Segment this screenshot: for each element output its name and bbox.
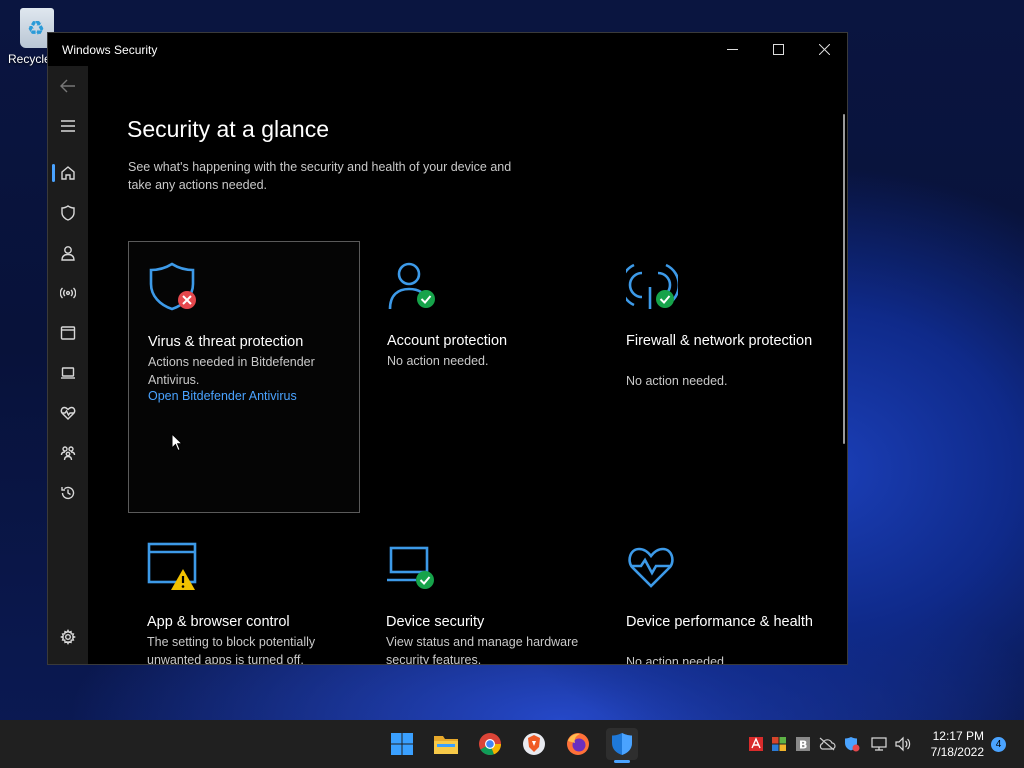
heart-pulse-icon	[60, 406, 76, 420]
history-icon	[61, 486, 75, 500]
card-virus-threat-protection[interactable]: Virus & threat protection Actions needed…	[128, 241, 360, 513]
sidebar-item-account-protection[interactable]	[48, 233, 88, 273]
card-title: Device performance & health	[626, 614, 813, 630]
laptop-icon	[61, 367, 75, 379]
main-content: Security at a glance See what's happenin…	[88, 66, 847, 664]
back-arrow-icon	[60, 79, 75, 93]
taskbar-file-explorer[interactable]	[430, 728, 462, 760]
card-title: App & browser control	[147, 614, 290, 630]
file-explorer-icon	[434, 736, 458, 754]
tray-antivirus[interactable]	[746, 734, 766, 754]
person-ok-icon	[388, 262, 435, 310]
card-title: Firewall & network protection	[626, 333, 813, 349]
gear-icon	[60, 629, 76, 645]
cloud-offline-icon	[819, 737, 836, 751]
card-description: No action needed.	[626, 374, 728, 388]
back-button[interactable]	[48, 66, 88, 106]
card-app-browser-control[interactable]: App & browser control The setting to blo…	[128, 522, 360, 665]
brave-icon	[523, 733, 545, 755]
taskbar-firefox[interactable]	[562, 728, 594, 760]
title-bar[interactable]: Windows Security	[48, 33, 847, 66]
card-title: Device security	[386, 614, 485, 630]
menu-button[interactable]	[48, 106, 88, 146]
card-description: No action needed.	[387, 354, 489, 368]
maximize-button[interactable]	[755, 33, 801, 66]
card-description: Actions needed in Bitdefender Antivirus.	[148, 355, 315, 387]
antivirus-tray-icon	[749, 737, 763, 751]
sidebar-item-protection-history[interactable]	[48, 473, 88, 513]
sidebar-item-device-health[interactable]	[48, 393, 88, 433]
taskbar: B 12:17 PM 7/18/2022 4	[0, 720, 1024, 768]
antenna-ok-icon	[626, 263, 678, 309]
taskbar-brave[interactable]	[518, 728, 550, 760]
sidebar-item-family-options[interactable]	[48, 433, 88, 473]
windows-security-icon	[612, 733, 632, 755]
card-account-protection[interactable]: Account protection No action needed.	[368, 241, 600, 513]
firefox-icon	[567, 733, 589, 755]
windows-security-window: Windows Security Security at a glance Se…	[47, 32, 848, 665]
sidebar-item-app-browser-control[interactable]	[48, 313, 88, 353]
windows-start-icon	[391, 733, 413, 755]
taskbar-chrome[interactable]	[474, 728, 506, 760]
notification-badge[interactable]: 4	[991, 737, 1006, 752]
network-icon	[871, 737, 887, 751]
tray-windows-security[interactable]	[842, 734, 862, 754]
app-tray-icon	[772, 737, 786, 751]
shield-error-icon	[149, 262, 196, 311]
bitdefender-tray-icon: B	[796, 737, 810, 752]
close-icon	[818, 44, 830, 55]
minimize-button[interactable]	[709, 33, 755, 66]
window-title: Windows Security	[62, 42, 158, 57]
heart-pulse-icon	[628, 547, 674, 588]
sidebar-item-virus-protection[interactable]	[48, 193, 88, 233]
card-device-security[interactable]: Device security View status and manage h…	[367, 522, 599, 665]
scrollbar-thumb[interactable]	[843, 114, 845, 444]
clock-time: 12:17 PM	[932, 729, 984, 743]
card-description: View status and manage hardware security…	[386, 635, 579, 665]
taskbar-windows-security[interactable]	[606, 728, 638, 763]
wifi-antenna-icon	[60, 287, 76, 299]
card-firewall-network-protection[interactable]: Firewall & network protection No action …	[607, 241, 839, 513]
maximize-icon	[772, 44, 784, 55]
sidebar-item-home[interactable]	[48, 153, 88, 193]
start-button[interactable]	[386, 728, 418, 760]
card-device-performance-health[interactable]: Device performance & health No action ne…	[607, 522, 839, 665]
browser-warning-icon	[147, 542, 197, 590]
shield-icon	[61, 205, 75, 221]
svg-text:B: B	[799, 739, 807, 752]
hamburger-menu-icon	[61, 120, 75, 132]
tray-volume[interactable]	[893, 734, 913, 754]
page-subtitle: See what's happening with the security a…	[128, 160, 512, 192]
tray-bitdefender[interactable]: B	[793, 734, 813, 754]
tray-network[interactable]	[869, 734, 889, 754]
browser-window-icon	[60, 326, 76, 340]
card-description: The setting to block potentially unwante…	[147, 635, 316, 665]
card-description: No action needed.	[626, 655, 728, 665]
sidebar-item-device-security[interactable]	[48, 353, 88, 393]
tray-app[interactable]	[769, 734, 789, 754]
sidebar-item-settings[interactable]	[48, 617, 88, 657]
chrome-icon	[479, 733, 502, 756]
page-title: Security at a glance	[127, 116, 330, 142]
card-title: Virus & threat protection	[148, 334, 304, 350]
taskbar-clock[interactable]: 12:17 PM 7/18/2022	[931, 728, 984, 760]
card-title: Account protection	[387, 333, 508, 349]
clock-date: 7/18/2022	[930, 745, 984, 759]
close-button[interactable]	[801, 33, 847, 66]
open-bitdefender-link[interactable]: Open Bitdefender Antivirus	[148, 389, 297, 403]
sidebar-item-firewall[interactable]	[48, 273, 88, 313]
person-icon	[61, 246, 75, 261]
sidebar	[48, 66, 88, 664]
home-icon	[61, 166, 75, 180]
family-icon	[60, 446, 76, 461]
minimize-icon	[726, 49, 738, 50]
tray-onedrive[interactable]	[817, 734, 837, 754]
speaker-icon	[895, 736, 911, 752]
laptop-ok-icon	[387, 546, 434, 589]
security-alert-tray-icon	[845, 737, 860, 752]
mouse-cursor-icon	[171, 433, 183, 452]
